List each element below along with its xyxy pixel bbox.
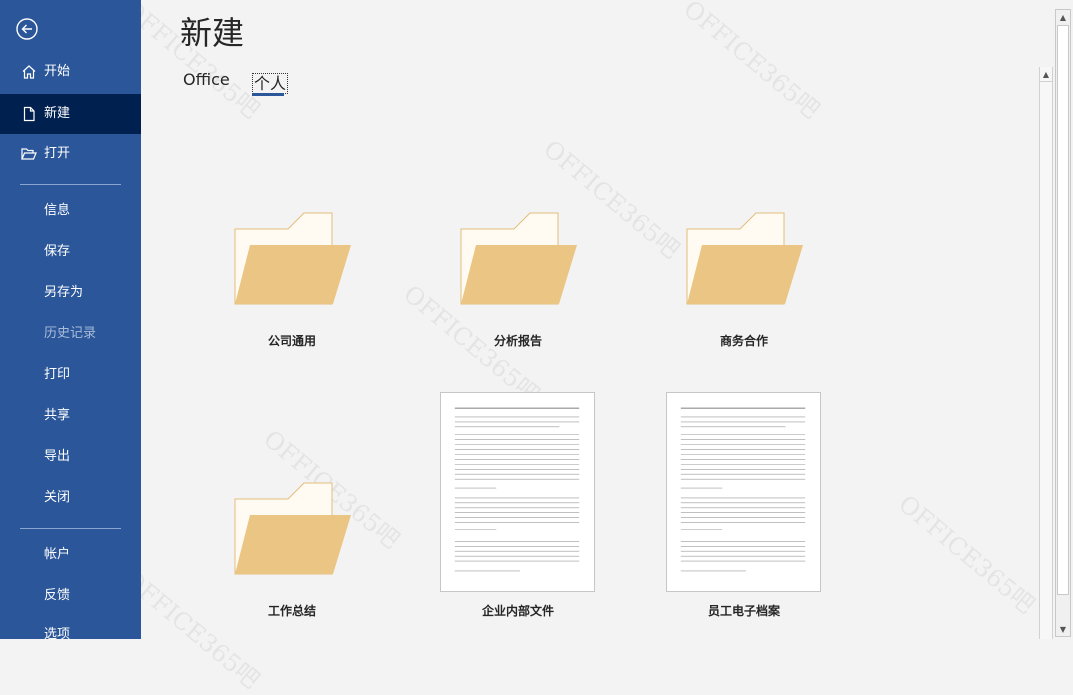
- template-folder-company[interactable]: 公司通用: [207, 210, 377, 350]
- nav-home-label: 开始: [44, 64, 71, 79]
- window-scrollbar[interactable]: ▲ ▼: [1055, 9, 1071, 637]
- folder-icon: [234, 212, 351, 305]
- folder-icon: [460, 212, 577, 305]
- tab-personal[interactable]: 个人: [252, 70, 289, 96]
- document-thumbnail: [440, 392, 595, 592]
- nav-open[interactable]: 打开: [0, 134, 141, 174]
- nav-export[interactable]: 导出: [0, 437, 141, 477]
- nav-home[interactable]: 开始: [0, 52, 141, 92]
- open-folder-icon: [21, 148, 37, 160]
- new-document-icon: [23, 106, 35, 122]
- nav-new[interactable]: 新建: [0, 94, 141, 134]
- nav-share[interactable]: 共享: [0, 396, 141, 436]
- home-icon: [22, 65, 36, 79]
- template-folder-analysis[interactable]: 分析报告: [433, 210, 603, 350]
- nav-account-label: 帐户: [44, 547, 71, 562]
- template-document-internal[interactable]: 企业内部文件: [433, 392, 603, 622]
- nav-share-label: 共享: [44, 408, 71, 423]
- nav-feedback[interactable]: 反馈: [0, 576, 141, 616]
- nav-new-label: 新建: [44, 106, 71, 121]
- document-thumbnail: [666, 392, 821, 592]
- template-label: 商务合作: [719, 334, 768, 348]
- template-document-employee[interactable]: 员工电子档案: [659, 392, 829, 622]
- scroll-up-icon[interactable]: ▲: [1056, 10, 1070, 24]
- scroll-down-icon[interactable]: ▼: [1056, 622, 1070, 636]
- template-label: 工作总结: [267, 604, 316, 618]
- folder-icon: [234, 482, 351, 575]
- sidebar-divider: [20, 184, 121, 185]
- nav-close-label: 关闭: [44, 490, 71, 505]
- nav-export-label: 导出: [44, 449, 71, 464]
- template-folder-summary[interactable]: 工作总结: [207, 480, 377, 620]
- nav-open-label: 打开: [44, 146, 71, 161]
- nav-save[interactable]: 保存: [0, 232, 141, 272]
- scroll-up-icon[interactable]: ▲: [1040, 67, 1052, 82]
- template-label: 公司通用: [267, 334, 316, 348]
- sidebar-divider: [20, 528, 121, 529]
- main-panel: 新建 Office 个人 公司通用 分析报告 商务合作 工作总结 企业内部文件 …: [141, 0, 1073, 639]
- nav-save-as[interactable]: 另存为: [0, 273, 141, 313]
- template-label: 员工电子档案: [707, 604, 780, 618]
- nav-close[interactable]: 关闭: [0, 478, 141, 518]
- tab-office-label: Office: [183, 70, 230, 89]
- nav-info-label: 信息: [44, 203, 71, 218]
- nav-account[interactable]: 帐户: [0, 535, 141, 575]
- page-title: 新建: [180, 14, 245, 52]
- nav-save-as-label: 另存为: [44, 285, 84, 300]
- tab-office[interactable]: Office: [183, 70, 230, 89]
- nav-print-label: 打印: [44, 367, 71, 382]
- back-arrow-icon[interactable]: [16, 18, 38, 40]
- nav-feedback-label: 反馈: [44, 588, 71, 603]
- folder-icon: [686, 212, 803, 305]
- nav-history: 历史记录: [0, 314, 141, 354]
- backstage-sidebar: 开始 新建 打开 信息 保存 另存为 历史记录 打印 共享 导出 关闭 帐户 反…: [0, 0, 141, 639]
- tab-selected-underline: [252, 93, 284, 96]
- nav-info[interactable]: 信息: [0, 191, 141, 231]
- nav-print[interactable]: 打印: [0, 355, 141, 395]
- nav-options-label: 选项: [44, 627, 71, 639]
- template-folder-business[interactable]: 商务合作: [659, 210, 829, 350]
- template-label: 企业内部文件: [481, 604, 554, 618]
- content-scrollbar[interactable]: ▲: [1039, 67, 1053, 639]
- tab-personal-label: 个人: [252, 73, 289, 94]
- template-label: 分析报告: [493, 334, 542, 348]
- nav-history-label: 历史记录: [44, 326, 97, 341]
- scrollbar-thumb[interactable]: [1057, 25, 1069, 595]
- nav-save-label: 保存: [44, 244, 71, 259]
- nav-options[interactable]: 选项: [0, 615, 141, 639]
